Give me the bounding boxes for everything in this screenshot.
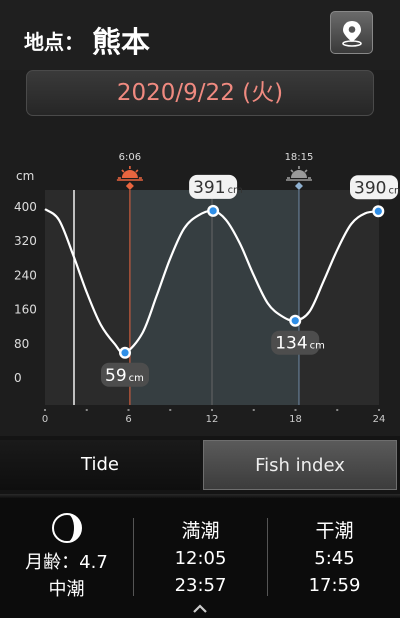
y-tick-label: 160 <box>14 303 37 317</box>
location-label: 地点： <box>24 30 84 54</box>
location-button[interactable] <box>330 11 373 54</box>
tide-name: 中潮 <box>48 579 85 600</box>
extreme-point-center <box>291 317 299 325</box>
low-tide-time-2: 17:59 <box>308 575 361 596</box>
tab-fish-index[interactable]: Fish index <box>203 440 397 490</box>
x-tick-dot <box>127 409 130 411</box>
moon-age: 月齢：4.7 <box>25 552 108 573</box>
high-tide-title: 満潮 <box>181 520 220 542</box>
location-name: 熊本 <box>92 25 151 59</box>
x-tick-label: 18 <box>289 414 302 425</box>
tide-info-panel: 月齢：4.7 中潮 満潮 12:05 23:57 干潮 5:45 17:59 <box>0 498 400 618</box>
x-tick-dot <box>336 409 339 411</box>
moon-phase-icon <box>52 513 82 543</box>
y-tick-label: 400 <box>14 200 37 214</box>
header: 地点： 熊本 <box>0 0 400 70</box>
x-tick-dot <box>252 409 255 411</box>
y-tick-label: 0 <box>14 371 22 385</box>
high-tide-time-1: 12:05 <box>174 548 227 569</box>
y-tick-label: 320 <box>14 234 37 248</box>
x-tick-dot <box>85 409 88 411</box>
low-tide-title: 干潮 <box>315 520 354 542</box>
x-tick-dot <box>169 409 172 411</box>
extreme-point-center <box>209 207 217 215</box>
sunrise-time: 6:06 <box>119 152 141 163</box>
extreme-point-center <box>121 349 129 357</box>
chevron-up-icon[interactable] <box>192 604 208 614</box>
unit-label: cm <box>16 169 34 183</box>
x-tick-label: 24 <box>373 414 386 425</box>
sunset-time: 18:15 <box>285 152 314 163</box>
high-tide-time-2: 23:57 <box>174 575 227 596</box>
extreme-point-center <box>374 207 382 215</box>
tab-tide[interactable]: Tide <box>0 440 200 490</box>
y-tick-label: 240 <box>14 268 37 282</box>
x-tick-dot <box>44 409 46 411</box>
y-tick-label: 80 <box>14 337 29 351</box>
x-tick-label: 0 <box>42 414 48 425</box>
x-tick-label: 12 <box>206 414 219 425</box>
low-tide-time-1: 5:45 <box>314 548 355 569</box>
x-tick-dot <box>378 409 380 411</box>
x-tick-label: 6 <box>125 414 131 425</box>
map-pin-icon <box>342 21 362 47</box>
x-tick-dot <box>294 409 297 411</box>
tab-bar: Tide Fish index <box>0 436 400 494</box>
x-tick-dot <box>211 409 213 411</box>
date-selector[interactable]: 2020/9/22 (火) <box>26 70 374 116</box>
tide-chart: cm4003202401608000 6 12 18 24 59 cm391 cm134 cm… <box>0 140 400 430</box>
